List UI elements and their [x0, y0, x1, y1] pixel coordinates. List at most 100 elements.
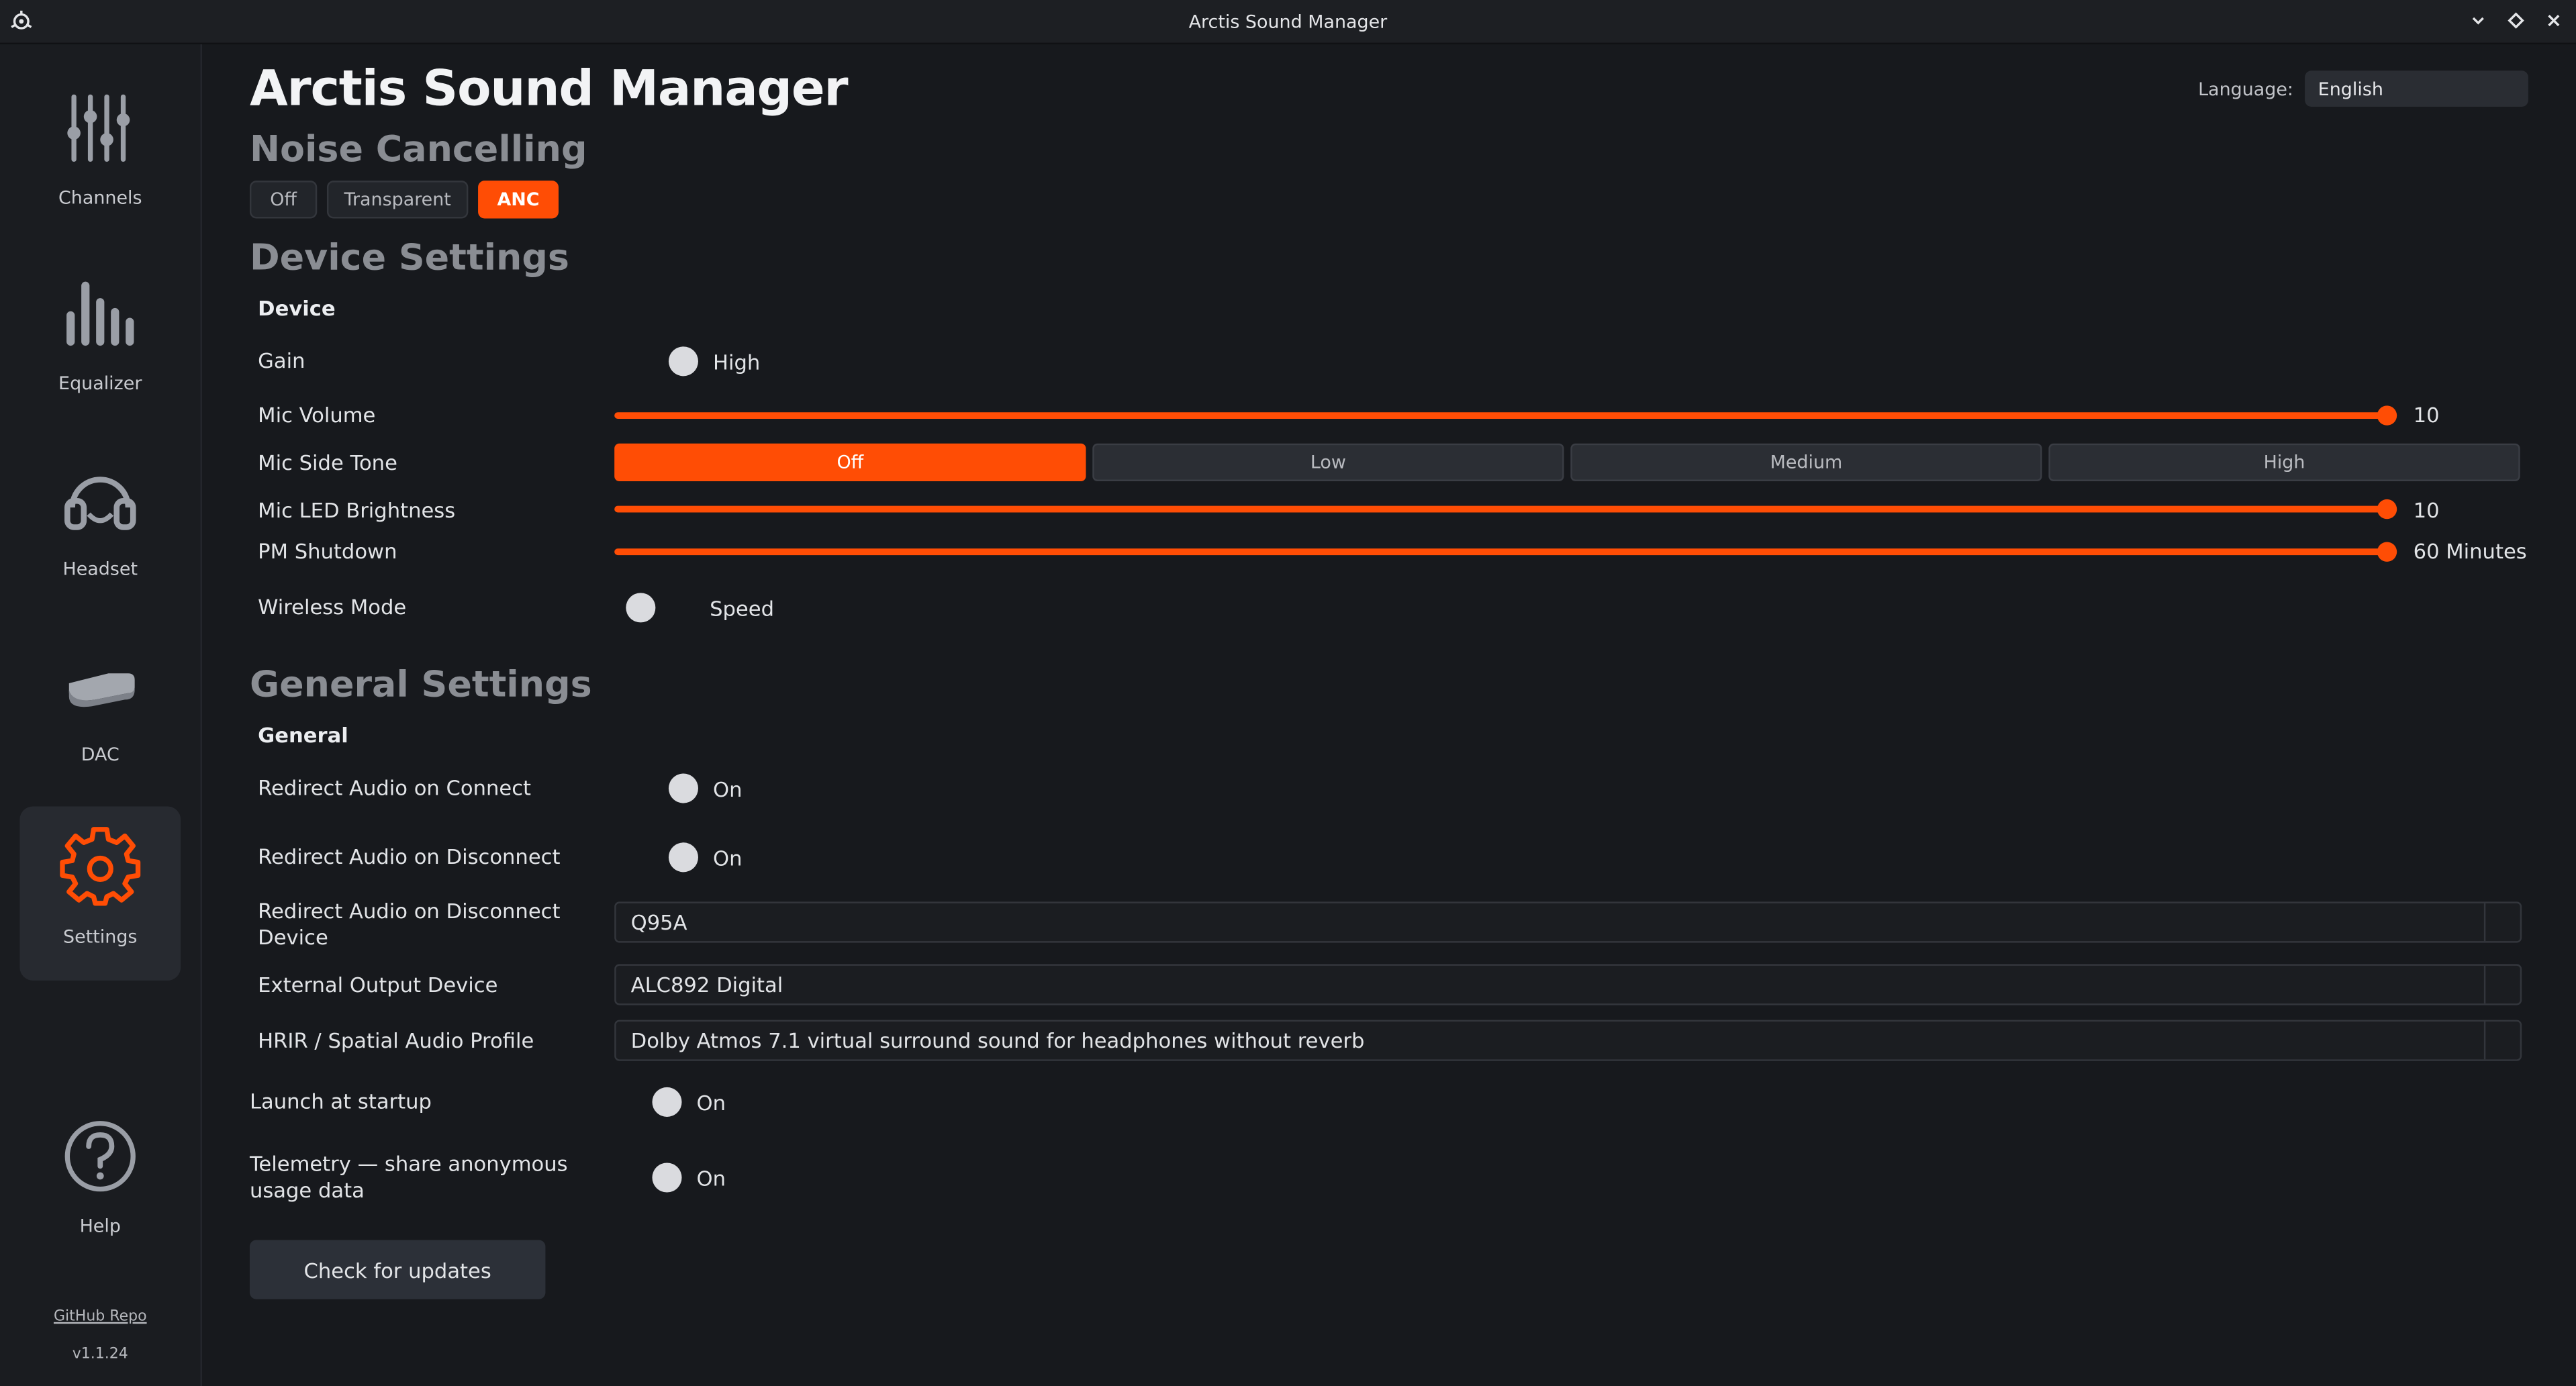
label-line: Redirect Audio on Disconnect	[258, 898, 561, 924]
app-logo-icon	[11, 10, 32, 30]
launch-startup-value: On	[696, 1089, 726, 1115]
general-subtitle: General	[258, 722, 348, 748]
toggle-knob	[668, 842, 698, 873]
redirect-connect-value: On	[712, 776, 743, 801]
app-window: Arctis Sound Manager Channels Equalizer …	[0, 0, 2576, 1386]
sidebar-item-label: Equalizer	[58, 373, 142, 395]
general-settings-title: General Settings	[249, 665, 592, 707]
redirect-disconnect-label: Redirect Audio on Disconnect	[258, 844, 561, 869]
equalizer-bars-icon	[66, 281, 134, 346]
toggle-knob	[626, 593, 656, 623]
label-line: usage data	[249, 1177, 365, 1203]
side-tone-low[interactable]: Low	[1092, 443, 1564, 481]
redirect-connect-toggle[interactable]: On	[668, 773, 743, 803]
wireless-mode-label: Wireless Mode	[258, 594, 407, 620]
noise-cancelling-title: Noise Cancelling	[249, 130, 587, 171]
sidebar-item-label: DAC	[81, 744, 120, 766]
check-updates-button[interactable]: Check for updates	[249, 1240, 546, 1299]
sidebar-item-headset[interactable]: Headset	[19, 438, 181, 612]
gear-icon	[60, 827, 141, 906]
slider-track	[614, 548, 2397, 556]
sidebar: Channels Equalizer Headset DAC Settings …	[0, 44, 202, 1386]
wireless-mode-toggle[interactable]: Speed	[626, 593, 774, 623]
gain-label: Gain	[258, 348, 305, 373]
close-button[interactable]	[2542, 8, 2567, 33]
nc-transparent-button[interactable]: Transparent	[326, 181, 469, 219]
minimize-button[interactable]	[2466, 8, 2491, 33]
language-value: English	[2318, 78, 2383, 100]
sidebar-item-channels[interactable]: Channels	[19, 67, 181, 241]
sidebar-item-equalizer[interactable]: Equalizer	[19, 253, 181, 427]
hrir-profile-label: HRIR / Spatial Audio Profile	[258, 1028, 534, 1053]
telemetry-label: Telemetry — share anonymous usage data	[250, 1151, 568, 1203]
select-value: ALC892 Digital	[630, 972, 783, 997]
redirect-connect-label: Redirect Audio on Connect	[258, 775, 532, 800]
device-settings-title: Device Settings	[249, 238, 569, 279]
version-label: v1.1.24	[72, 1346, 128, 1364]
device-subtitle: Device	[258, 295, 336, 321]
dropdown-arrow-icon[interactable]	[2483, 965, 2520, 1004]
slider-thumb[interactable]	[2377, 405, 2397, 426]
chevron-down-icon	[2472, 17, 2484, 25]
side-tone-high[interactable]: High	[2048, 443, 2520, 481]
window-title: Arctis Sound Manager	[1188, 10, 1388, 32]
gain-toggle[interactable]: High	[668, 346, 761, 377]
label-line: Telemetry — share anonymous	[249, 1151, 568, 1177]
telemetry-toggle[interactable]: On	[652, 1162, 726, 1193]
sidebar-item-settings[interactable]: Settings	[19, 806, 181, 981]
close-icon	[2548, 15, 2560, 27]
sidebar-item-help[interactable]: Help	[19, 1095, 181, 1269]
gain-value: High	[712, 348, 761, 374]
select-value: Dolby Atmos 7.1 virtual surround sound f…	[630, 1028, 1365, 1053]
nc-anc-button[interactable]: ANC	[478, 181, 559, 219]
mic-led-brightness-slider[interactable]	[614, 493, 2397, 526]
language-picker: Language: English	[2198, 70, 2528, 107]
language-label: Language:	[2198, 78, 2294, 100]
sidebar-item-label: Settings	[63, 926, 138, 948]
side-tone-medium[interactable]: Medium	[1570, 443, 2042, 481]
pm-shutdown-label: PM Shutdown	[258, 538, 397, 564]
launch-startup-toggle[interactable]: On	[652, 1087, 726, 1117]
pm-shutdown-slider[interactable]	[614, 536, 2397, 568]
side-tone-off[interactable]: Off	[614, 443, 1086, 481]
wireless-mode-value: Speed	[710, 595, 774, 620]
sidebar-item-label: Channels	[58, 187, 142, 209]
redirect-disconnect-device-label: Redirect Audio on Disconnect Device	[258, 899, 560, 951]
github-repo-link[interactable]: GitHub Repo	[0, 1309, 201, 1325]
telemetry-value: On	[696, 1165, 726, 1190]
sidebar-item-dac[interactable]: DAC	[19, 624, 181, 798]
dac-icon	[68, 673, 135, 707]
external-output-device-select[interactable]: ALC892 Digital	[614, 964, 2522, 1005]
title-bar: Arctis Sound Manager	[0, 0, 2576, 45]
dropdown-arrow-icon[interactable]	[2483, 903, 2520, 942]
hrir-profile-select[interactable]: Dolby Atmos 7.1 virtual surround sound f…	[614, 1020, 2522, 1061]
redirect-disconnect-device-select[interactable]: Q95A	[614, 901, 2522, 943]
slider-thumb[interactable]	[2377, 542, 2397, 562]
toggle-knob	[668, 773, 698, 803]
sidebar-item-label: Headset	[62, 558, 138, 580]
label-line: Device	[258, 924, 328, 950]
maximize-button[interactable]	[2503, 8, 2528, 33]
sidebar-item-label: Help	[79, 1215, 121, 1237]
slider-track	[614, 505, 2397, 513]
headset-icon	[64, 477, 136, 530]
toggle-knob	[652, 1162, 682, 1193]
sliders-icon	[67, 94, 130, 162]
mic-volume-label: Mic Volume	[258, 402, 376, 428]
noise-cancelling-options: Off Transparent ANC	[249, 181, 559, 219]
select-value: Q95A	[630, 909, 687, 935]
mic-volume-slider[interactable]	[614, 399, 2397, 432]
nc-off-button[interactable]: Off	[249, 181, 318, 219]
redirect-disconnect-toggle[interactable]: On	[668, 842, 742, 873]
help-icon	[64, 1121, 136, 1192]
mic-volume-value: 10	[2413, 402, 2440, 428]
slider-thumb[interactable]	[2377, 499, 2397, 519]
slider-track	[614, 412, 2397, 419]
window-controls	[2466, 8, 2566, 33]
dropdown-arrow-icon[interactable]	[2483, 1022, 2520, 1060]
language-select[interactable]: English	[2305, 70, 2528, 107]
mic-side-tone-segmented: Off Low Medium High	[614, 443, 2520, 481]
toggle-knob	[668, 346, 698, 377]
launch-startup-label: Launch at startup	[249, 1089, 432, 1114]
external-output-device-label: External Output Device	[258, 972, 498, 997]
